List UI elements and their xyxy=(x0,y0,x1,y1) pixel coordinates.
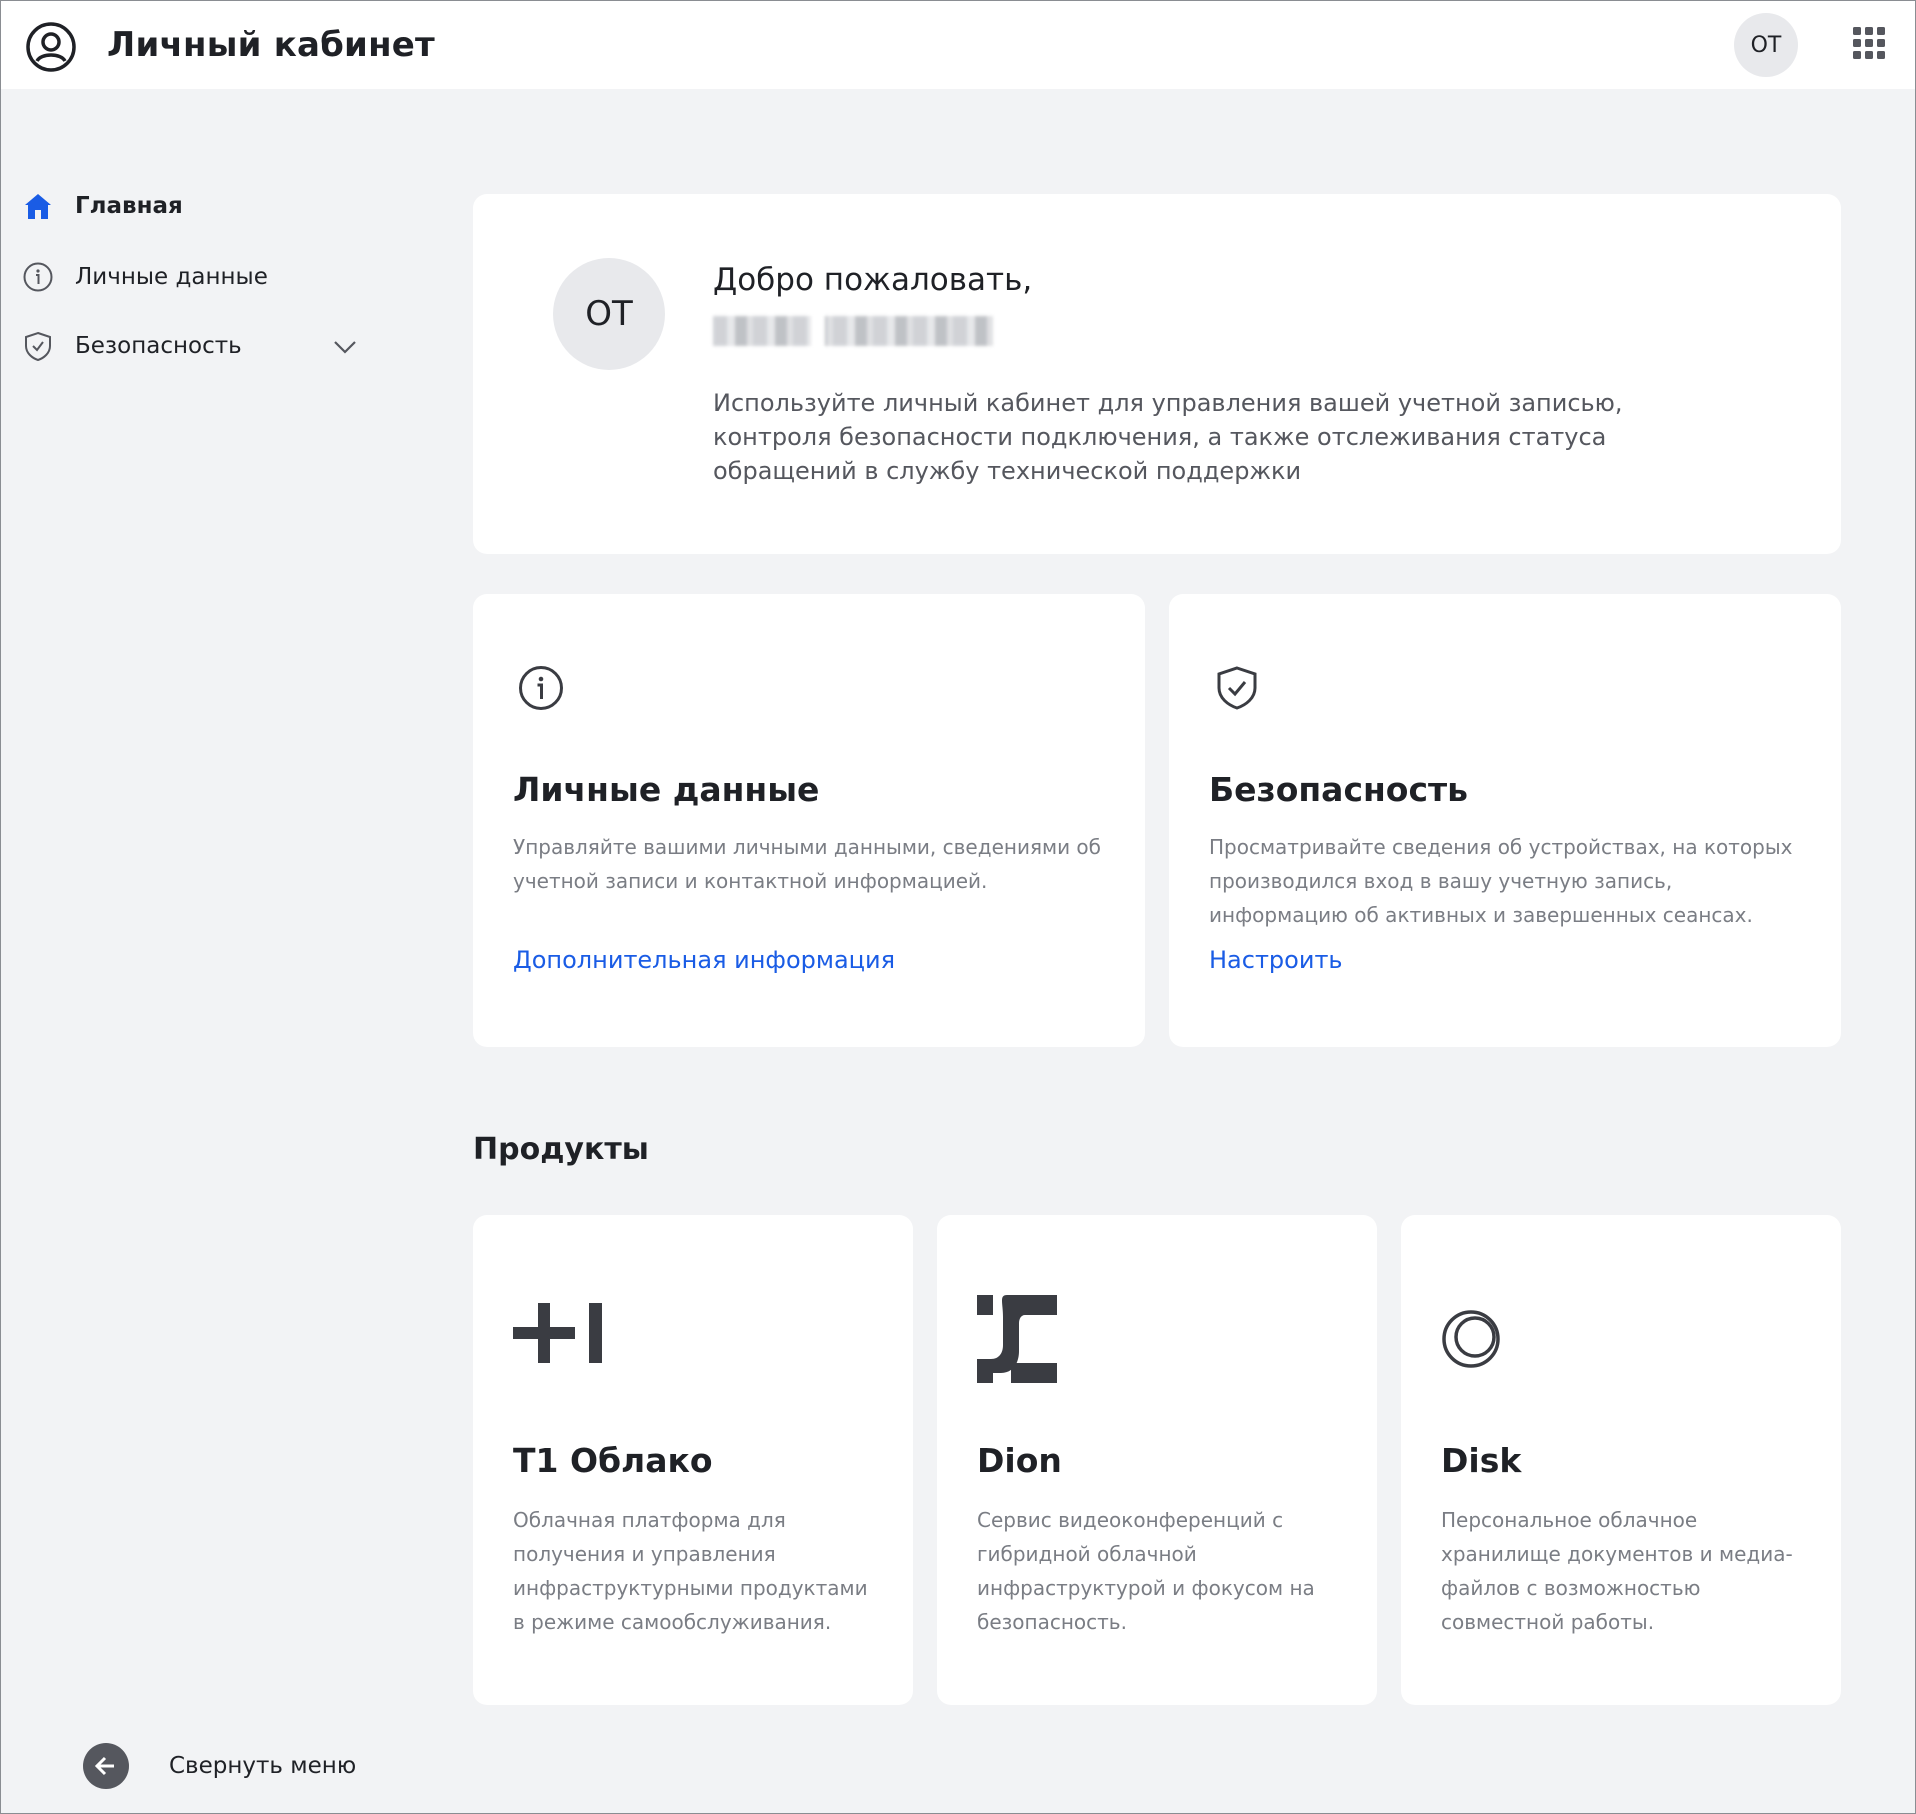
home-icon xyxy=(21,189,55,223)
user-circle-icon xyxy=(26,22,76,72)
user-avatar-button[interactable]: ОТ xyxy=(1734,13,1798,77)
product-card-t1-cloud[interactable]: T1 Облако Облачная платформа для получен… xyxy=(473,1215,913,1705)
sidebar-item-label: Безопасность xyxy=(75,333,242,359)
product-title: T1 Облако xyxy=(513,1441,713,1480)
sidebar-item-label: Личные данные xyxy=(75,264,268,290)
collapse-menu-button[interactable]: Свернуть меню xyxy=(83,1743,356,1789)
welcome-greeting: Добро пожаловать, xyxy=(713,262,1033,298)
info-icon xyxy=(519,666,563,710)
disk-logo-icon xyxy=(1442,1310,1500,1368)
product-description: Персональное облачное хранилище документ… xyxy=(1441,1508,1793,1634)
sidebar-item-personal-data[interactable]: Личные данные xyxy=(21,257,268,297)
sidebar: Главная Личные данные Безопасность Сверн… xyxy=(1,89,401,1813)
personal-data-card: Личные данные Управляйте вашими личными … xyxy=(473,594,1145,1047)
welcome-description: Используйте личный кабинет для управлени… xyxy=(713,389,1623,485)
product-title: Disk xyxy=(1441,1441,1522,1480)
collapse-menu-label: Свернуть меню xyxy=(169,1753,357,1779)
grid-apps-icon[interactable] xyxy=(1851,25,1887,61)
more-info-link[interactable]: Дополнительная информация xyxy=(513,946,895,974)
configure-link[interactable]: Настроить xyxy=(1209,946,1343,974)
card-title: Безопасность xyxy=(1209,770,1469,809)
card-title: Личные данные xyxy=(513,770,820,809)
sidebar-item-label: Главная xyxy=(75,193,183,219)
sidebar-item-security[interactable]: Безопасность xyxy=(21,326,242,366)
avatar: ОТ xyxy=(553,258,665,370)
shield-check-icon xyxy=(1217,666,1257,710)
product-description: Сервис видеоконференций с гибридной обла… xyxy=(977,1508,1315,1634)
page: Личный кабинет ОТ Главная Личные данные … xyxy=(0,0,1916,1814)
products-section-title: Продукты xyxy=(473,1132,649,1167)
t1-cloud-logo-icon xyxy=(513,1303,602,1363)
card-description: Управляйте вашими личными данными, сведе… xyxy=(513,835,1101,893)
info-icon xyxy=(21,260,55,294)
sidebar-item-home[interactable]: Главная xyxy=(21,186,183,226)
top-header: Личный кабинет ОТ xyxy=(1,1,1915,89)
security-card: Безопасность Просматривайте сведения об … xyxy=(1169,594,1841,1047)
chevron-down-icon[interactable] xyxy=(331,333,359,361)
username-redacted xyxy=(713,316,993,346)
card-description: Просматривайте сведения об устройствах, … xyxy=(1209,835,1793,927)
arrow-left-icon xyxy=(83,1743,129,1789)
product-title: Dion xyxy=(977,1441,1062,1480)
app-title: Личный кабинет xyxy=(107,25,435,65)
product-description: Облачная платформа для получения и управ… xyxy=(513,1508,868,1634)
product-card-dion[interactable]: Dion Сервис видеоконференций с гибридной… xyxy=(937,1215,1377,1705)
welcome-card: ОТ Добро пожаловать, Используйте личный … xyxy=(473,194,1841,554)
dion-logo-icon xyxy=(977,1295,1057,1383)
shield-check-icon xyxy=(21,329,55,363)
product-card-disk[interactable]: Disk Персональное облачное хранилище док… xyxy=(1401,1215,1841,1705)
